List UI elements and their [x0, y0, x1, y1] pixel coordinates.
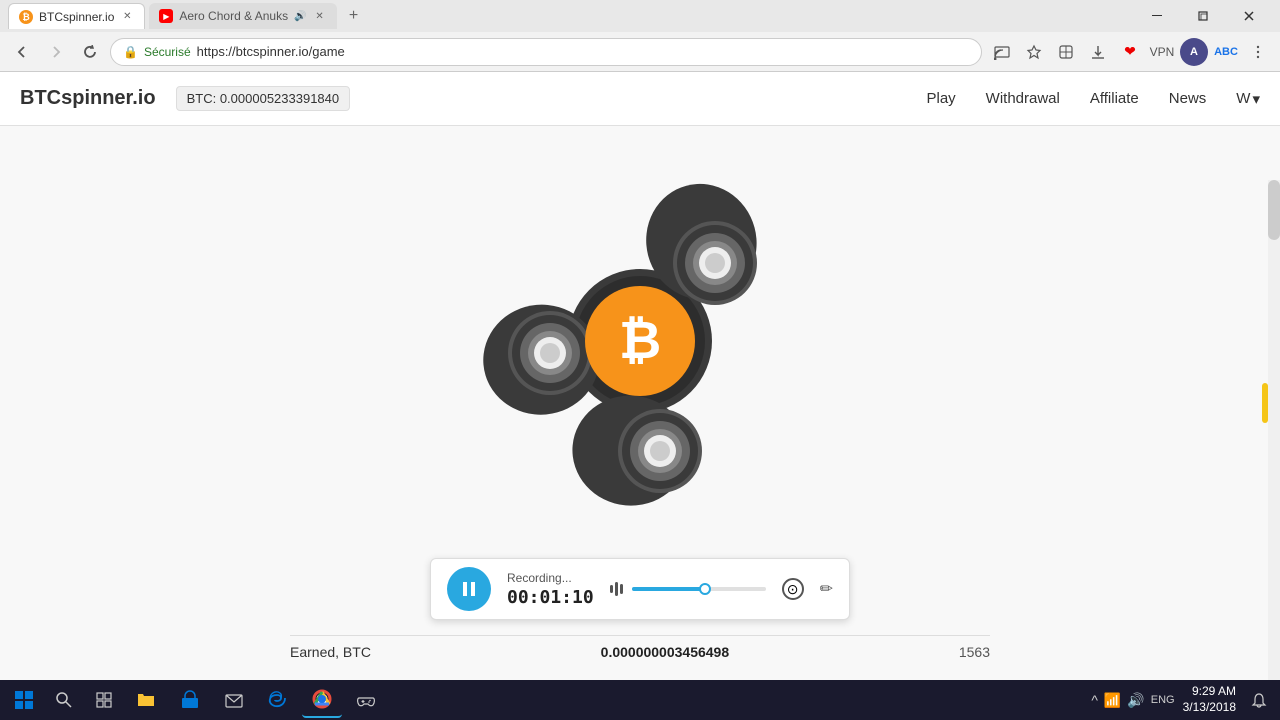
tab-aerochord[interactable]: ▶ Aero Chord & Anuks 🔊 ✕	[149, 3, 336, 29]
site-nav: BTCspinner.io BTC: 0.000005233391840 Pla…	[0, 72, 1280, 126]
mail-button[interactable]	[214, 682, 254, 718]
btc-balance: BTC: 0.000005233391840	[176, 86, 351, 111]
site-nav-links: Play Withdrawal Affiliate News W ▾	[926, 90, 1260, 108]
tab2-label: Aero Chord & Anuks	[179, 9, 288, 23]
restore-button[interactable]	[1180, 0, 1226, 32]
wave-bar-3	[620, 584, 623, 594]
clock-time: 9:29 AM	[1183, 684, 1236, 700]
taskbar-system-icons: ^ 📶 🔊 ENG	[1091, 692, 1174, 709]
search-button[interactable]	[46, 682, 82, 718]
webcam-icon: ⊙	[787, 581, 799, 598]
waveform-display	[610, 582, 766, 596]
url-text: https://btcspinner.io/game	[197, 44, 345, 59]
network-icon[interactable]: 📶	[1104, 692, 1121, 709]
gamepad-button[interactable]	[346, 682, 386, 718]
nav-play[interactable]: Play	[926, 90, 955, 107]
star-icon[interactable]	[1020, 38, 1048, 66]
address-bar: 🔒 Sécurisé https://btcspinner.io/game ❤ …	[0, 32, 1280, 72]
scrollbar-thumb[interactable]	[1268, 180, 1280, 240]
refresh-button[interactable]	[76, 38, 104, 66]
spinner-container[interactable]: ₿	[450, 146, 830, 526]
notification-button[interactable]	[1244, 682, 1274, 718]
title-bar: ₿ BTCspinner.io ✕ ▶ Aero Chord & Anuks 🔊…	[0, 0, 1280, 32]
close-button[interactable]	[1226, 0, 1272, 32]
recording-toolbar: Recording... 00:01:10 ⊙ ✏	[430, 558, 850, 620]
back-button[interactable]	[8, 38, 36, 66]
tab1-favicon: ₿	[19, 10, 33, 24]
main-content: ₿ Recording... 00:01:10	[0, 126, 1280, 680]
tab2-audio-icon: 🔊	[294, 11, 306, 22]
chrome-button[interactable]	[302, 682, 342, 718]
cast-icon[interactable]	[988, 38, 1016, 66]
balance-label: BTC:	[187, 91, 217, 106]
window-controls	[1134, 0, 1272, 32]
translate-icon[interactable]: ABC	[1212, 38, 1240, 66]
url-bar[interactable]: 🔒 Sécurisé https://btcspinner.io/game	[110, 38, 982, 66]
wave-bar-1	[610, 585, 613, 593]
wave-bar-2	[615, 582, 618, 596]
tab1-close[interactable]: ✕	[120, 10, 134, 24]
lang-indicator[interactable]: ENG	[1151, 694, 1175, 706]
recording-info: Recording... 00:01:10	[507, 571, 594, 608]
nav-withdrawal[interactable]: Withdrawal	[986, 90, 1060, 107]
minimize-button[interactable]	[1134, 0, 1180, 32]
tab2-favicon: ▶	[159, 9, 173, 23]
store-button[interactable]	[170, 682, 210, 718]
svg-text:₿: ₿	[619, 312, 661, 370]
tab-btcspinner[interactable]: ₿ BTCspinner.io ✕	[8, 3, 145, 29]
recording-annotate-button[interactable]: ✏	[820, 579, 833, 599]
tab2-close[interactable]: ✕	[313, 9, 327, 23]
nav-news[interactable]: News	[1169, 90, 1207, 107]
balance-value: 0.000005233391840	[220, 91, 339, 106]
secure-label: Sécurisé	[144, 45, 191, 59]
explorer-button[interactable]	[126, 682, 166, 718]
earned-label: Earned, BTC	[290, 644, 371, 660]
nav-affiliate[interactable]: Affiliate	[1090, 90, 1139, 107]
new-tab-btn[interactable]: +	[341, 3, 367, 29]
recording-status: Recording...	[507, 571, 594, 585]
recording-webcam-button[interactable]: ⊙	[782, 578, 804, 600]
forward-button[interactable]	[42, 38, 70, 66]
site-logo[interactable]: BTCspinner.io	[20, 87, 156, 110]
task-view-button[interactable]	[86, 682, 122, 718]
edge-button[interactable]	[258, 682, 298, 718]
heart-icon[interactable]: ❤	[1116, 38, 1144, 66]
taskbar-clock[interactable]: 9:29 AM 3/13/2018	[1183, 684, 1236, 715]
vpn-icon[interactable]: VPN	[1148, 38, 1176, 66]
recording-time: 00:01:10	[507, 587, 594, 608]
lock-icon: 🔒	[123, 45, 138, 59]
recording-progress-fill	[632, 587, 706, 591]
scrollbar[interactable]	[1268, 180, 1280, 680]
extensions-icon[interactable]	[1052, 38, 1080, 66]
toolbar-icons: ❤ VPN A ABC	[988, 38, 1272, 66]
profile-icon[interactable]: A	[1180, 38, 1208, 66]
taskbar-right: ^ 📶 🔊 ENG 9:29 AM 3/13/2018	[1091, 682, 1274, 718]
tab1-label: BTCspinner.io	[39, 10, 114, 24]
website-content: BTCspinner.io BTC: 0.000005233391840 Pla…	[0, 72, 1280, 680]
earned-row: Earned, BTC 0.000000003456498 1563	[290, 635, 990, 660]
download-icon[interactable]	[1084, 38, 1112, 66]
chevron-up-icon[interactable]: ^	[1091, 692, 1098, 708]
earned-value: 0.000000003456498	[601, 644, 729, 660]
chevron-down-icon: ▾	[1252, 90, 1260, 108]
volume-icon[interactable]: 🔊	[1127, 692, 1144, 709]
nav-w-dropdown[interactable]: W ▾	[1236, 90, 1260, 108]
taskbar: ^ 📶 🔊 ENG 9:29 AM 3/13/2018	[0, 680, 1280, 720]
clock-date: 3/13/2018	[1183, 700, 1236, 716]
menu-icon[interactable]	[1244, 38, 1272, 66]
recording-progress-bar[interactable]	[632, 587, 766, 591]
bitcoin-spinner: ₿	[450, 146, 830, 526]
spin-count: 1563	[959, 644, 990, 660]
recording-pause-button[interactable]	[447, 567, 491, 611]
start-button[interactable]	[6, 682, 42, 718]
